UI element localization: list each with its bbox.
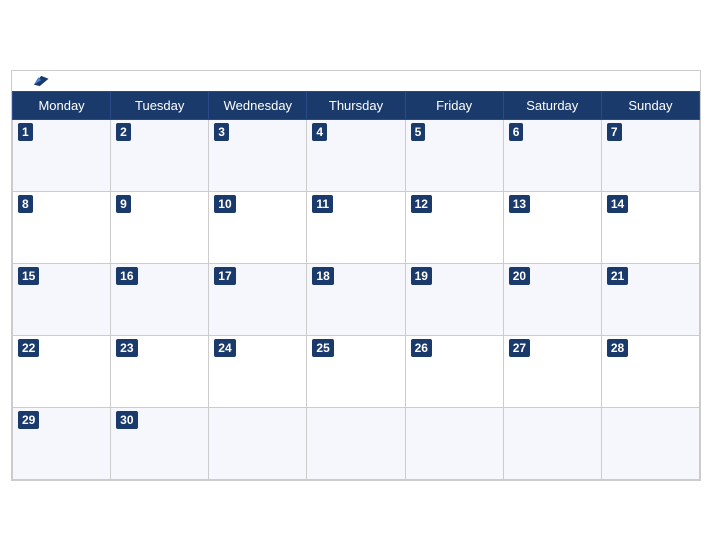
calendar-cell: 15 (13, 263, 111, 335)
calendar-table: MondayTuesdayWednesdayThursdayFridaySatu… (12, 91, 700, 480)
weekday-monday: Monday (13, 91, 111, 119)
weekday-saturday: Saturday (503, 91, 601, 119)
calendar-header (12, 71, 700, 91)
calendar-cell: 22 (13, 335, 111, 407)
day-number: 27 (509, 339, 530, 358)
calendar-cell: 13 (503, 191, 601, 263)
day-number: 2 (116, 123, 131, 142)
calendar-cell: 5 (405, 119, 503, 191)
calendar-cell: 23 (111, 335, 209, 407)
day-number: 3 (214, 123, 229, 142)
calendar-cell: 16 (111, 263, 209, 335)
day-number: 22 (18, 339, 39, 358)
calendar-cell: 10 (209, 191, 307, 263)
calendar-week-3: 15 16 17 18 19 20 21 (13, 263, 700, 335)
calendar-cell: 20 (503, 263, 601, 335)
logo-icon (28, 70, 50, 92)
calendar-cell: 24 (209, 335, 307, 407)
calendar-cell: 11 (307, 191, 405, 263)
calendar-cell: 6 (503, 119, 601, 191)
weekday-tuesday: Tuesday (111, 91, 209, 119)
calendar-week-5: 29 30 (13, 407, 700, 479)
day-number: 14 (607, 195, 628, 214)
calendar-cell: 4 (307, 119, 405, 191)
calendar-cell: 9 (111, 191, 209, 263)
day-number: 26 (411, 339, 432, 358)
calendar-week-4: 22 23 24 25 26 27 28 (13, 335, 700, 407)
day-number: 29 (18, 411, 39, 430)
calendar-cell: 19 (405, 263, 503, 335)
weekday-thursday: Thursday (307, 91, 405, 119)
calendar-cell: 28 (601, 335, 699, 407)
calendar-cell: 26 (405, 335, 503, 407)
day-number: 18 (312, 267, 333, 286)
calendar-cell: 2 (111, 119, 209, 191)
weekday-header-row: MondayTuesdayWednesdayThursdayFridaySatu… (13, 91, 700, 119)
calendar-cell: 3 (209, 119, 307, 191)
day-number: 5 (411, 123, 426, 142)
day-number: 19 (411, 267, 432, 286)
day-number: 16 (116, 267, 137, 286)
calendar-cell: 8 (13, 191, 111, 263)
calendar-cell (209, 407, 307, 479)
day-number: 15 (18, 267, 39, 286)
day-number: 11 (312, 195, 333, 214)
day-number: 25 (312, 339, 333, 358)
day-number: 4 (312, 123, 327, 142)
day-number: 21 (607, 267, 628, 286)
calendar-cell: 7 (601, 119, 699, 191)
day-number: 17 (214, 267, 235, 286)
calendar-cell: 27 (503, 335, 601, 407)
calendar: MondayTuesdayWednesdayThursdayFridaySatu… (11, 70, 701, 481)
day-number: 12 (411, 195, 432, 214)
weekday-sunday: Sunday (601, 91, 699, 119)
day-number: 10 (214, 195, 235, 214)
weekday-wednesday: Wednesday (209, 91, 307, 119)
calendar-week-2: 8 9 10 11 12 13 14 (13, 191, 700, 263)
day-number: 23 (116, 339, 137, 358)
calendar-cell: 14 (601, 191, 699, 263)
calendar-cell: 30 (111, 407, 209, 479)
day-number: 20 (509, 267, 530, 286)
day-number: 6 (509, 123, 524, 142)
calendar-cell (307, 407, 405, 479)
calendar-cell: 21 (601, 263, 699, 335)
logo (28, 70, 54, 92)
day-number: 1 (18, 123, 33, 142)
calendar-cell: 1 (13, 119, 111, 191)
day-number: 7 (607, 123, 622, 142)
calendar-cell (503, 407, 601, 479)
calendar-cell: 12 (405, 191, 503, 263)
calendar-cell: 29 (13, 407, 111, 479)
calendar-week-1: 1 2 3 4 5 6 7 (13, 119, 700, 191)
calendar-cell: 17 (209, 263, 307, 335)
day-number: 8 (18, 195, 33, 214)
day-number: 13 (509, 195, 530, 214)
calendar-cell: 25 (307, 335, 405, 407)
calendar-cell (405, 407, 503, 479)
day-number: 9 (116, 195, 131, 214)
day-number: 28 (607, 339, 628, 358)
calendar-cell (601, 407, 699, 479)
calendar-cell: 18 (307, 263, 405, 335)
day-number: 24 (214, 339, 235, 358)
day-number: 30 (116, 411, 137, 430)
weekday-friday: Friday (405, 91, 503, 119)
